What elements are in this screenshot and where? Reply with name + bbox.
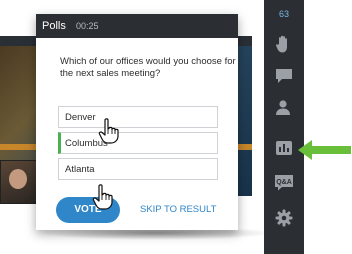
qa-icon-label: Q&A: [276, 179, 292, 186]
skip-to-result-link[interactable]: SKIP TO RESULT: [140, 204, 216, 216]
poll-option-label: Atlanta: [65, 164, 95, 175]
chat-icon[interactable]: [274, 66, 294, 86]
hand-cursor-icon: [92, 184, 113, 210]
presenter-face: [9, 169, 27, 189]
green-arrow-icon: [298, 140, 351, 160]
poll-option-columbus[interactable]: Columbus: [58, 132, 218, 154]
poll-header: Polls 00:25: [36, 14, 238, 38]
poll-option-denver[interactable]: Denver: [58, 106, 218, 128]
poll-option-label: Denver: [65, 112, 96, 123]
poll-title: Polls: [42, 20, 66, 32]
webinar-sidebar: 63 Q&A: [264, 0, 304, 254]
poll-timer: 00:25: [76, 21, 99, 31]
raise-hand-icon[interactable]: [274, 34, 294, 54]
attendee-count[interactable]: 63: [264, 8, 304, 20]
user-icon[interactable]: [274, 98, 294, 118]
qa-icon[interactable]: Q&A: [274, 172, 294, 192]
poll-dialog: Polls 00:25 Which of our offices would y…: [36, 14, 238, 230]
poll-question: Which of our offices would you choose fo…: [60, 56, 236, 79]
gear-icon[interactable]: [274, 208, 294, 228]
hand-cursor-icon: [98, 118, 119, 144]
poll-option-atlanta[interactable]: Atlanta: [58, 158, 218, 180]
presenter-thumbnail: [0, 160, 38, 204]
poll-icon[interactable]: [274, 138, 294, 158]
